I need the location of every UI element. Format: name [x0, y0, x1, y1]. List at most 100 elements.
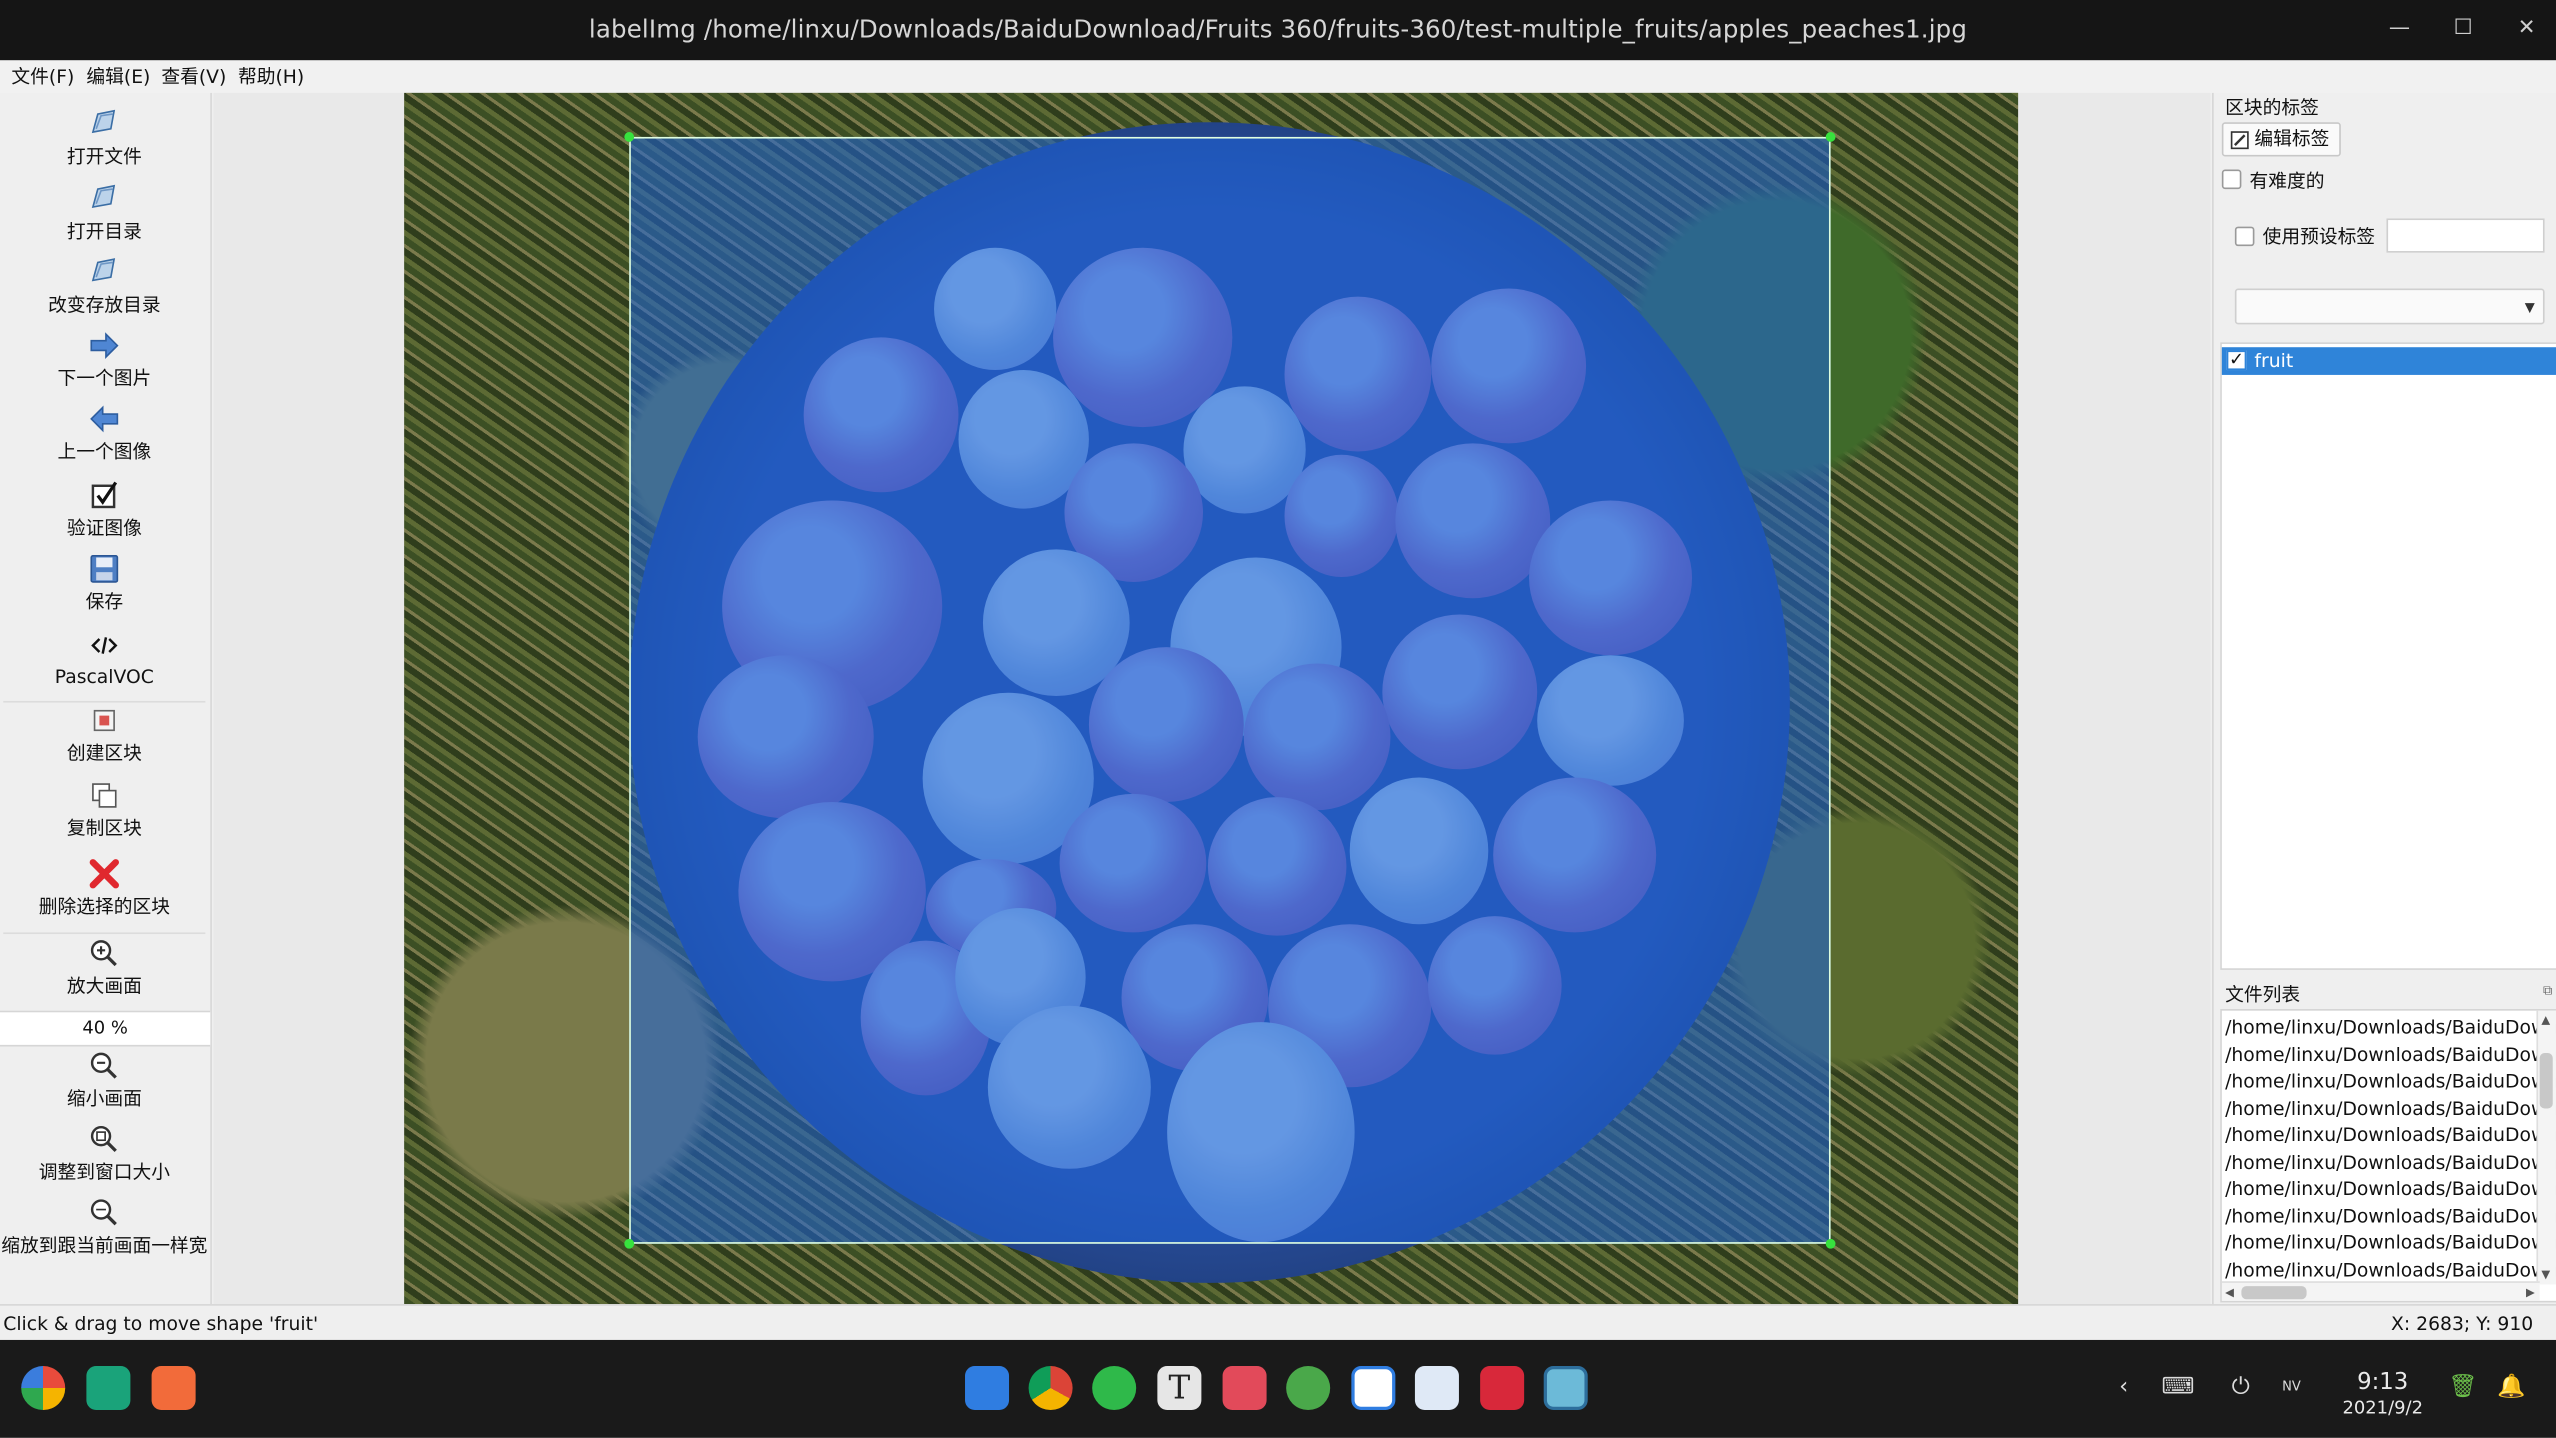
chrome-icon[interactable] [1028, 1366, 1073, 1411]
file-list-item[interactable]: /home/linxu/Downloads/BaiduDown [2225, 1151, 2556, 1174]
folder-open-icon [91, 109, 116, 134]
file-list-horizontal-scrollbar[interactable]: ◀ ▶ [2221, 1281, 2540, 1301]
save-label: 保存 [85, 590, 124, 613]
delete-box-label: 删除选择的区块 [38, 894, 170, 918]
zoom-spinbox[interactable]: 40 % [0, 1010, 211, 1047]
open-file-label: 打开文件 [66, 145, 142, 168]
cursor-coordinates: X: 2683; Y: 910 [2391, 1312, 2534, 1336]
file-list-item[interactable]: /home/linxu/Downloads/BaiduDown [2225, 1043, 2556, 1066]
use-default-label-text: 使用预设标签 [2262, 224, 2376, 248]
prev-image-button[interactable]: 上一个图像 [0, 403, 209, 465]
labelimg-icon[interactable] [1543, 1366, 1588, 1411]
store-icon[interactable] [965, 1366, 1010, 1411]
label-name: fruit [2254, 348, 2294, 372]
file-list-item[interactable]: /home/linxu/Downloads/BaiduDown [2225, 1097, 2556, 1120]
messenger-icon[interactable] [1351, 1366, 1396, 1411]
zoom-out-label: 缩小画面 [66, 1087, 142, 1111]
folder-icon [91, 184, 116, 209]
app-store-icon[interactable] [151, 1366, 196, 1411]
scrollbar-thumb[interactable] [2241, 1286, 2307, 1300]
file-list-vertical-scrollbar[interactable]: ▲ ▼ [2536, 1010, 2556, 1285]
file-list-item[interactable]: /home/linxu/Downloads/BaiduDown [2225, 1069, 2556, 1092]
reader-icon[interactable] [1222, 1366, 1267, 1411]
bbox-handle-bottom-left[interactable] [624, 1238, 635, 1249]
file-list-item[interactable]: /home/linxu/Downloads/BaiduDown [2225, 1177, 2556, 1200]
toolbar-divider [3, 932, 206, 935]
status-message: Click & drag to move shape 'fruit' [3, 1312, 319, 1336]
fit-window-button[interactable]: 调整到窗口大小 [0, 1123, 209, 1185]
file-list[interactable]: /home/linxu/Downloads/BaiduDown /home/li… [2220, 1009, 2556, 1303]
image-canvas[interactable] [213, 92, 2211, 1305]
scroll-right-icon[interactable]: ▶ [2526, 1286, 2535, 1299]
launcher-icon[interactable] [21, 1366, 66, 1411]
edit-label-button[interactable]: 编辑标签 [2221, 122, 2341, 157]
tray-collapse-icon[interactable]: ‹ [2119, 1374, 2128, 1400]
maximize-button[interactable]: ☐ [2445, 13, 2481, 46]
file-list-item[interactable]: /home/linxu/Downloads/BaiduDown [2225, 1016, 2556, 1039]
open-dir-button[interactable]: 打开目录 [0, 183, 209, 245]
labelimg-window: labelImg /home/linxu/Downloads/BaiduDown… [0, 0, 2556, 1438]
file-list-item[interactable]: /home/linxu/Downloads/BaiduDown [2225, 1231, 2556, 1254]
zoom-out-button[interactable]: 缩小画面 [0, 1050, 209, 1112]
edit-label-text: 编辑标签 [2254, 127, 2330, 150]
use-default-label-checkbox[interactable] [2234, 226, 2255, 247]
menu-file[interactable]: 文件(F) [11, 64, 74, 90]
wechat-icon[interactable] [1092, 1366, 1137, 1411]
menu-edit[interactable]: 编辑(E) [86, 64, 150, 90]
change-save-dir-label: 改变存放目录 [48, 293, 161, 317]
duplicate-box-button[interactable]: 复制区块 [0, 779, 209, 841]
delete-box-button[interactable]: 删除选择的区块 [0, 857, 209, 919]
difficult-label: 有难度的 [2249, 169, 2325, 193]
copy-icon [92, 783, 117, 808]
label-combobox[interactable]: ▼ [2234, 288, 2545, 325]
notes-icon[interactable] [1414, 1366, 1459, 1411]
close-button[interactable]: ✕ [2509, 13, 2545, 46]
create-box-button[interactable]: 创建区块 [0, 704, 209, 766]
default-label-input[interactable] [2386, 218, 2545, 253]
open-file-button[interactable]: 打开文件 [0, 108, 209, 170]
fruit-bounding-box[interactable] [629, 136, 1831, 1244]
prev-image-label: 上一个图像 [57, 440, 152, 463]
bbox-handle-top-left[interactable] [624, 132, 635, 142]
save-button[interactable]: 保存 [0, 553, 209, 615]
change-save-dir-button[interactable]: 改变存放目录 [0, 256, 209, 318]
terminal-icon[interactable] [1480, 1366, 1525, 1411]
typora-icon[interactable]: T [1157, 1366, 1202, 1411]
bbox-handle-bottom-right[interactable] [1825, 1238, 1836, 1249]
label-list-item[interactable]: ✓ fruit [2221, 347, 2556, 375]
menu-help[interactable]: 帮助(H) [238, 64, 304, 90]
next-image-button[interactable]: 下一个图片 [0, 329, 209, 391]
label-list[interactable]: ✓ fruit [2220, 342, 2556, 970]
system-clock[interactable]: 9:13 2021/9/2 [2342, 1369, 2423, 1418]
file-list-item[interactable]: /home/linxu/Downloads/BaiduDown [2225, 1205, 2556, 1228]
folder-save-icon [91, 258, 116, 282]
checkbox-verify-icon [91, 481, 118, 509]
file-list-item[interactable]: /home/linxu/Downloads/BaiduDown [2225, 1123, 2556, 1146]
code-icon [91, 637, 118, 654]
fit-width-button[interactable]: 缩放到跟当前画面一样宽 [0, 1196, 209, 1258]
trash-icon[interactable]: 🗑 [2448, 1374, 2477, 1400]
file-list-item[interactable]: /home/linxu/Downloads/BaiduDown [2225, 1258, 2556, 1281]
power-icon[interactable]: ⏻ [2232, 1374, 2250, 1400]
scrollbar-thumb[interactable] [2539, 1053, 2553, 1109]
label-checked-icon[interactable]: ✓ [2226, 350, 2247, 371]
notification-icon[interactable]: 🔔 [2497, 1374, 2525, 1400]
format-button[interactable]: PascalVOC [0, 629, 209, 688]
fit-width-icon [90, 1199, 117, 1226]
evernote-icon[interactable] [1286, 1366, 1331, 1411]
verify-image-button[interactable]: 验证图像 [0, 479, 209, 541]
file-manager-icon[interactable] [86, 1366, 131, 1411]
scroll-down-icon[interactable]: ▼ [2541, 1268, 2550, 1281]
menu-view[interactable]: 查看(V) [161, 64, 226, 90]
minimize-button[interactable]: — [2382, 13, 2418, 46]
keyboard-icon[interactable]: ⌨ [2162, 1374, 2195, 1400]
annotated-image[interactable] [404, 92, 2019, 1305]
bbox-handle-top-right[interactable] [1825, 132, 1836, 142]
difficult-checkbox[interactable] [2221, 169, 2242, 190]
nvidia-icon[interactable]: NV [2282, 1379, 2301, 1394]
float-panel-icon[interactable]: ⧉ [2543, 983, 2552, 999]
scroll-up-icon[interactable]: ▲ [2541, 1014, 2550, 1027]
edit-icon [2230, 130, 2249, 149]
scroll-left-icon[interactable]: ◀ [2225, 1286, 2234, 1299]
zoom-in-button[interactable]: 放大画面 [0, 937, 209, 999]
